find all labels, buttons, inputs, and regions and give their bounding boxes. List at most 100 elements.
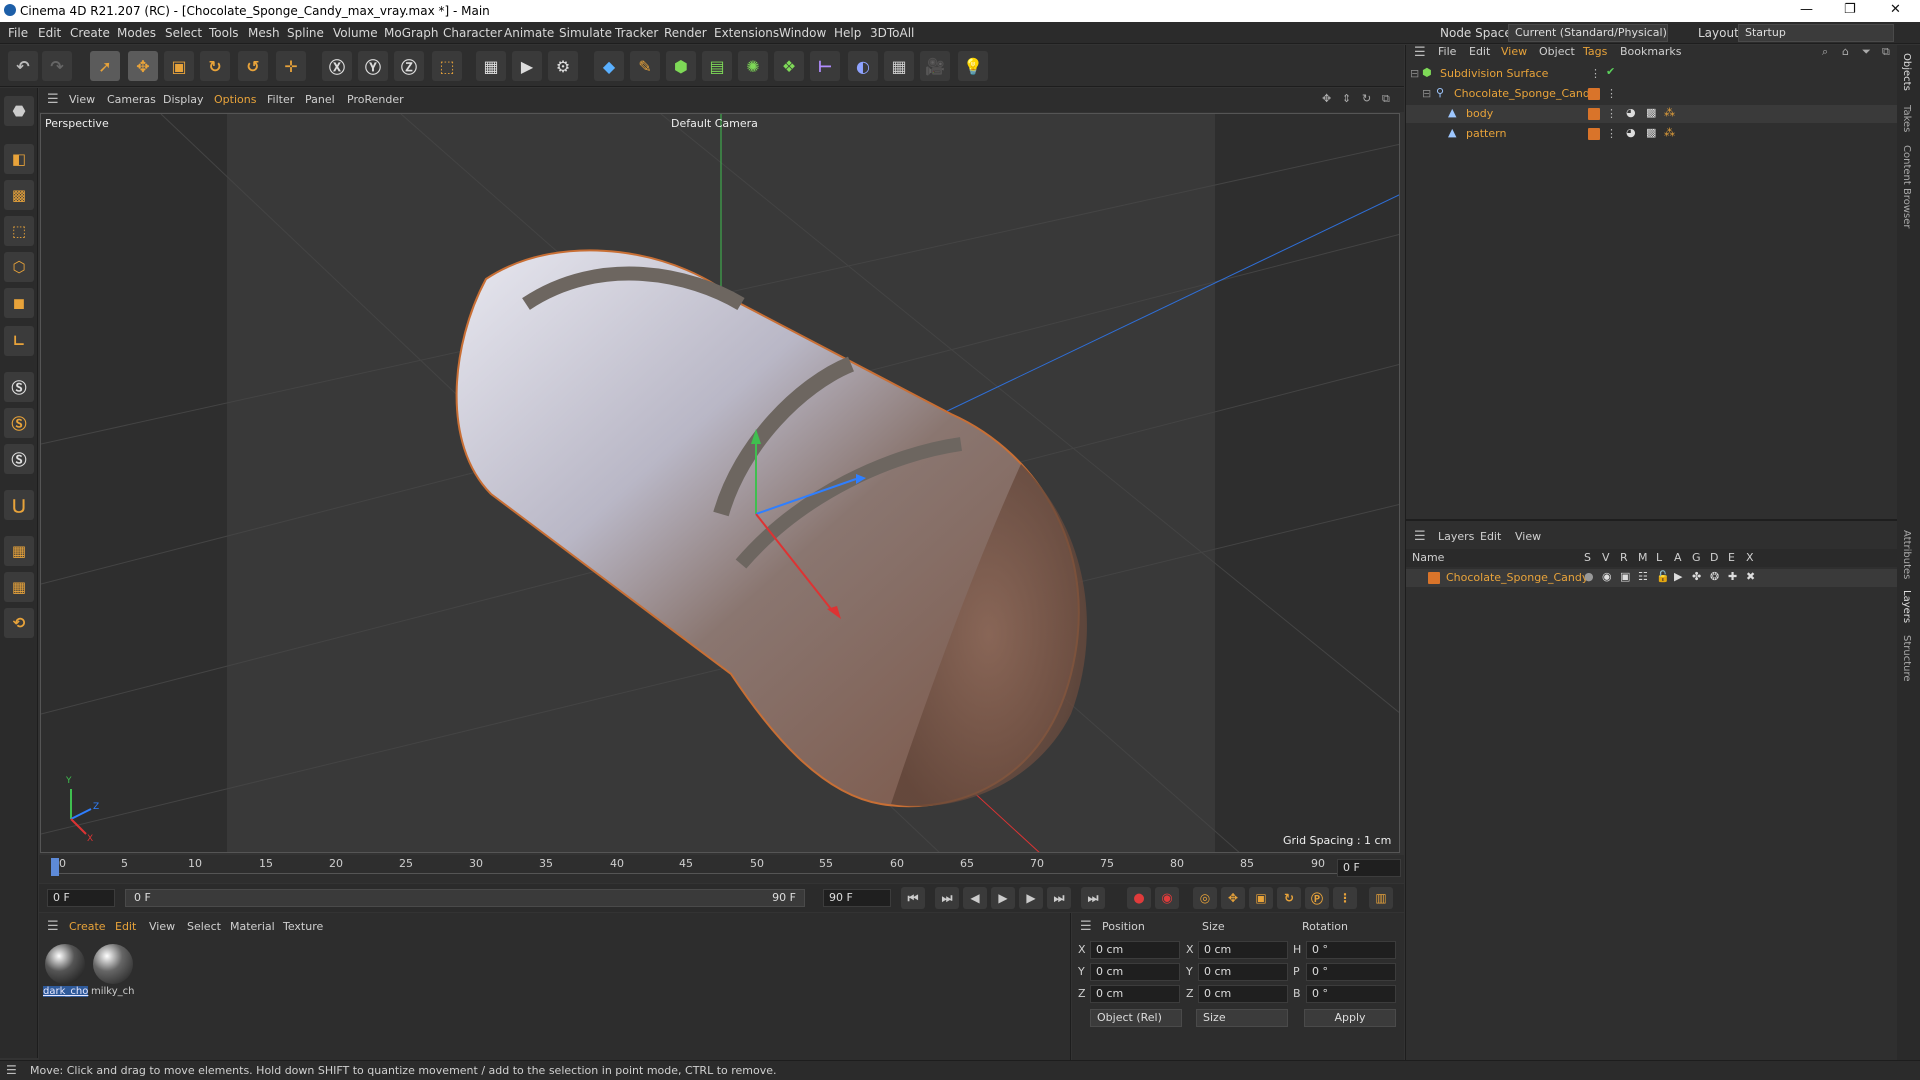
expressions-toggle-icon[interactable]: ✚ xyxy=(1728,570,1737,583)
node-space-dropdown[interactable]: Current (Standard/Physical) xyxy=(1508,24,1668,42)
timeline-playhead[interactable] xyxy=(51,858,59,876)
objects-menu-tags[interactable]: Tags xyxy=(1583,45,1607,58)
layer-row[interactable]: Chocolate_Sponge_Candy ● ◉ ▣ ☷ 🔓 ▶ ✤ ❂ ✚… xyxy=(1406,569,1898,587)
prev-frame-icon[interactable]: ◀ xyxy=(963,887,987,909)
menu-3dtoall[interactable]: 3DToAll xyxy=(870,26,914,40)
view-toggle-icon[interactable]: ◉ xyxy=(1602,570,1612,583)
menu-extensions[interactable]: Extensions xyxy=(714,26,779,40)
render-toggle-icon[interactable]: ▣ xyxy=(1620,570,1630,583)
points-mode-icon[interactable]: ⬚ xyxy=(4,216,34,246)
camera-label[interactable]: Default Camera xyxy=(671,117,758,130)
x-axis-icon[interactable]: Ⓧ xyxy=(322,51,352,81)
undo-icon[interactable]: ↶ xyxy=(8,51,38,81)
search-icon[interactable]: ⌕ xyxy=(1822,45,1828,59)
layout-dropdown[interactable]: Startup xyxy=(1738,24,1894,42)
planar-workplane-icon[interactable]: ⟲ xyxy=(4,608,34,638)
autokey-icon[interactable]: ◉ xyxy=(1155,887,1179,909)
layer-color-swatch[interactable] xyxy=(1588,128,1600,140)
next-key-icon[interactable]: ⏭ xyxy=(1047,887,1071,909)
coordinate-system-icon[interactable]: ⬚ xyxy=(432,51,462,81)
solo-toggle-icon[interactable]: ● xyxy=(1584,570,1594,583)
keyframe-selection-icon[interactable]: ◎ xyxy=(1193,887,1217,909)
panel-menu-icon[interactable]: ☰ xyxy=(1080,919,1092,934)
side-tab-attributes[interactable]: Attributes xyxy=(1901,530,1912,579)
apply-button[interactable]: Apply xyxy=(1304,1009,1396,1027)
panel-menu-icon[interactable]: ☰ xyxy=(1414,529,1426,544)
side-tab-structure[interactable]: Structure xyxy=(1901,635,1912,682)
side-tab-layers[interactable]: Layers xyxy=(1901,590,1912,623)
rotation-b-field[interactable]: 0 ° xyxy=(1306,985,1396,1003)
floor-icon[interactable]: ▦ xyxy=(884,51,914,81)
go-to-start-icon[interactable]: ⏮ xyxy=(901,887,925,909)
make-editable-icon[interactable]: ⬣ xyxy=(4,96,34,126)
cube-primitive-icon[interactable]: ◆ xyxy=(594,51,624,81)
snap-icon[interactable]: ⋃ xyxy=(4,490,34,520)
size-mode-dropdown[interactable]: Size xyxy=(1196,1009,1288,1027)
z-axis-icon[interactable]: Ⓩ xyxy=(394,51,424,81)
start-frame-field[interactable]: 0 F xyxy=(47,889,115,907)
viewport-menu-filter[interactable]: Filter xyxy=(267,93,294,106)
3d-viewport[interactable]: Perspective Default Camera Grid Spacing … xyxy=(40,113,1400,853)
field-icon[interactable]: ◐ xyxy=(848,51,878,81)
enabled-check-icon[interactable]: ✔ xyxy=(1606,65,1615,78)
menu-edit[interactable]: Edit xyxy=(38,26,61,40)
rotate-tool-icon[interactable]: ↻ xyxy=(200,51,230,81)
extrude-icon[interactable]: ▤ xyxy=(702,51,732,81)
menu-simulate[interactable]: Simulate xyxy=(559,26,612,40)
filter-icon[interactable]: ⏷ xyxy=(1862,45,1871,59)
polygons-mode-icon[interactable]: ◼ xyxy=(4,288,34,318)
lock-toggle-icon[interactable]: 🔓 xyxy=(1656,570,1670,583)
render-settings-icon[interactable]: ⚙ xyxy=(548,51,578,81)
menu-mesh[interactable]: Mesh xyxy=(248,26,280,40)
texture-mode-icon[interactable]: ▩ xyxy=(4,180,34,210)
new-window-icon[interactable]: ⧉ xyxy=(1882,45,1890,59)
uvw-tag-icon[interactable]: ⁂ xyxy=(1664,126,1675,139)
solo-off-icon[interactable]: Ⓢ xyxy=(4,444,34,474)
menu-modes[interactable]: Modes xyxy=(117,26,156,40)
deformers-toggle-icon[interactable]: ❂ xyxy=(1710,570,1719,583)
panel-menu-icon[interactable]: ☰ xyxy=(47,919,59,934)
frame-range-slider[interactable]: 0 F 90 F xyxy=(125,889,805,907)
layer-color-swatch[interactable] xyxy=(1588,88,1600,100)
viewport-menu-view[interactable]: View xyxy=(69,93,95,106)
menu-tools[interactable]: Tools xyxy=(209,26,239,40)
panel-divider[interactable] xyxy=(1406,519,1898,521)
layers-menu-layers[interactable]: Layers xyxy=(1438,530,1474,543)
render-view-icon[interactable]: ▦ xyxy=(476,51,506,81)
material-swatch[interactable]: dark_cho xyxy=(43,942,89,1002)
viewport-menu-cameras[interactable]: Cameras xyxy=(107,93,156,106)
end-frame-field[interactable]: 90 F xyxy=(823,889,891,907)
material-menu-select[interactable]: Select xyxy=(187,920,221,933)
rotation-h-field[interactable]: 0 ° xyxy=(1306,941,1396,959)
material-menu-texture[interactable]: Texture xyxy=(283,920,323,933)
side-tab-objects[interactable]: Objects xyxy=(1901,53,1912,91)
camera-icon[interactable]: 🎥 xyxy=(920,51,950,81)
select-tool-icon[interactable]: ➚ xyxy=(90,51,120,81)
key-parameter-icon[interactable]: Ⓟ xyxy=(1305,887,1329,909)
size-z-field[interactable]: 0 cm xyxy=(1198,985,1288,1003)
material-tag-icon[interactable]: ◕ xyxy=(1626,126,1636,139)
minimize-button[interactable]: — xyxy=(1800,2,1813,17)
deformer-icon[interactable]: ❖ xyxy=(774,51,804,81)
object-row[interactable]: ▲ body ⋮ ◕ ▩ ⁂ xyxy=(1406,105,1898,123)
menu-window[interactable]: Window xyxy=(779,26,826,40)
objects-menu-file[interactable]: File xyxy=(1438,45,1456,58)
key-pla-icon[interactable]: ⋮ xyxy=(1333,887,1357,909)
objects-menu-view[interactable]: View xyxy=(1501,45,1527,58)
menu-select[interactable]: Select xyxy=(165,26,202,40)
panel-menu-icon[interactable]: ☰ xyxy=(47,92,59,107)
coordinate-mode-dropdown[interactable]: Object (Rel) xyxy=(1090,1009,1182,1027)
redo-icon[interactable]: ↷ xyxy=(42,51,72,81)
rotation-p-field[interactable]: 0 ° xyxy=(1306,963,1396,981)
layer-color-swatch[interactable] xyxy=(1428,572,1440,584)
locked-workplane-icon[interactable]: ▦ xyxy=(4,572,34,602)
key-scale-icon[interactable]: ▣ xyxy=(1249,887,1273,909)
objects-menu-bookmarks[interactable]: Bookmarks xyxy=(1620,45,1681,58)
subdivision-surface-icon[interactable]: ⬢ xyxy=(666,51,696,81)
visibility-dots-icon[interactable]: ⋮ xyxy=(1606,107,1617,120)
scale-tool-icon[interactable]: ▣ xyxy=(164,51,194,81)
side-tab-content-browser[interactable]: Content Browser xyxy=(1901,145,1912,228)
material-menu-material[interactable]: Material xyxy=(230,920,275,933)
next-frame-icon[interactable]: ▶ xyxy=(1019,887,1043,909)
move-tool-icon[interactable]: ✥ xyxy=(128,51,158,81)
